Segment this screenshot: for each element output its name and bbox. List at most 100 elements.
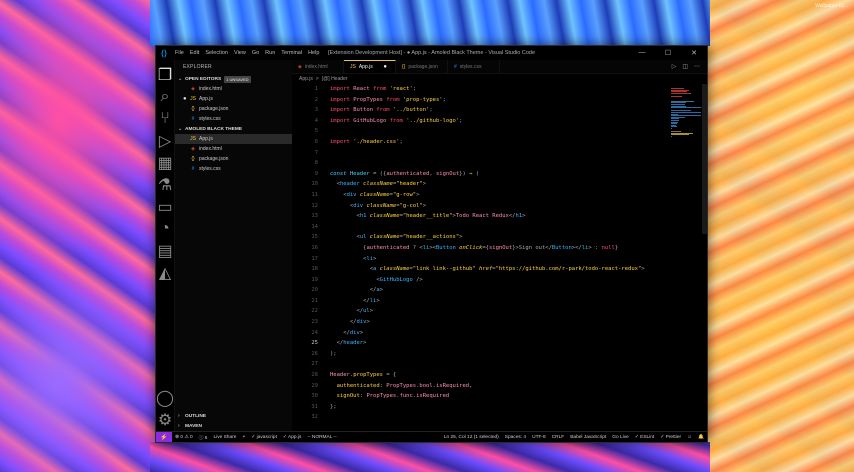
remote-explorer-icon[interactable]: ▭ xyxy=(156,196,175,218)
code-line[interactable] xyxy=(330,148,667,159)
wallpaper-watermark: Wallpaper by... xyxy=(815,3,848,9)
code-line[interactable]: <div className="g-row"> xyxy=(330,190,667,201)
code-line[interactable]: signOut: PropTypes.func.isRequired xyxy=(330,391,667,402)
menu-item-view[interactable]: View xyxy=(234,50,246,56)
cursor-position[interactable]: Ln 25, Col 12 (1 selected) xyxy=(444,435,499,440)
code-lines[interactable]: import React from 'react'; import PropTyp… xyxy=(322,84,667,431)
code-line[interactable]: </ul> xyxy=(330,306,667,317)
prettier-status[interactable]: ✓ Prettier xyxy=(660,435,681,440)
project-section[interactable]: ⌄ AMOLED BLACK THEME xyxy=(175,124,292,134)
search-icon[interactable]: ⌕ xyxy=(156,86,175,108)
tree-item-styles-css[interactable]: # styles.css xyxy=(175,164,292,174)
minimize-icon[interactable]: — xyxy=(629,49,655,57)
close-icon[interactable]: ✕ xyxy=(681,49,707,57)
code-line[interactable]: authenticated: PropTypes.bool.isRequired… xyxy=(330,381,667,392)
code-line[interactable]: import Button from '../button'; xyxy=(330,105,667,116)
tab-App-js[interactable]: JS App.js ● xyxy=(344,60,396,73)
encoding[interactable]: UTF-8 xyxy=(532,435,546,440)
code-line[interactable]: </header> xyxy=(330,338,667,349)
code-line[interactable]: }; xyxy=(330,402,667,413)
extensions-icon[interactable]: ▦ xyxy=(156,152,175,174)
code-line[interactable]: <ul className="header__actions"> xyxy=(330,232,667,243)
tab-package-json[interactable]: {} package.json xyxy=(396,60,448,73)
menu-item-file[interactable]: File xyxy=(175,50,184,56)
indentation[interactable]: Spaces: 4 xyxy=(505,435,526,440)
remote-indicator[interactable]: ⚡ xyxy=(156,431,172,442)
notifications-icon[interactable]: 🔔 xyxy=(698,435,704,440)
code-line[interactable]: <header className="header"> xyxy=(330,179,667,190)
breadcrumb-item[interactable]: > xyxy=(316,76,319,82)
open-editor-App-js[interactable]: ● JS App.js xyxy=(175,94,292,104)
code-line[interactable] xyxy=(330,359,667,370)
files-icon[interactable]: ❐ xyxy=(156,64,175,86)
breadcrumb-item[interactable]: [@] Header xyxy=(322,76,348,82)
menu-item-edit[interactable]: Edit xyxy=(190,50,199,56)
code-line[interactable]: </a> xyxy=(330,285,667,296)
code-line[interactable] xyxy=(330,412,667,423)
tree-item-package-json[interactable]: {} package.json xyxy=(175,154,292,164)
code-line[interactable] xyxy=(330,158,667,169)
minimap[interactable] xyxy=(667,84,707,431)
scrollbar-thumb[interactable] xyxy=(702,84,707,234)
settings-gear-icon[interactable]: ⚙ xyxy=(156,409,175,431)
line-endings[interactable]: CRLF xyxy=(552,435,565,440)
terminal-icon[interactable]: ▤ xyxy=(156,240,175,262)
open-editor-styles-css[interactable]: # styles.css xyxy=(175,114,292,124)
code-line[interactable]: Header.propTypes = { xyxy=(330,370,667,381)
code-editor[interactable]: 1 2 3 4 5 6 7 8 9 10 11 12 13 14 15 16 17 18 19 20 21 22 23 24 2… xyxy=(292,84,707,431)
unsaved-dot-icon[interactable]: ● xyxy=(373,64,387,70)
info-status[interactable]: ⓘ 6 xyxy=(199,434,208,441)
tab-styles-css[interactable]: # styles.css xyxy=(448,60,500,73)
code-line[interactable]: const Header = ({authenticated, signOut}… xyxy=(330,169,667,180)
outline-section[interactable]: › OUTLINE xyxy=(175,411,292,421)
tab-index-html[interactable]: ◈ index.html xyxy=(292,60,344,73)
code-line[interactable]: </div> xyxy=(330,328,667,339)
code-line[interactable]: import GitHubLogo from '../github-logo'; xyxy=(330,116,667,127)
code-line[interactable]: </li> xyxy=(330,296,667,307)
feedback-icon[interactable]: ☺ xyxy=(687,435,692,440)
tree-item-App-js[interactable]: JS App.js xyxy=(175,134,292,144)
account-icon[interactable]: ◯ xyxy=(156,387,175,409)
open-editor-package-json[interactable]: {} package.json xyxy=(175,104,292,114)
maximize-icon[interactable]: ☐ xyxy=(655,49,681,57)
code-line[interactable]: import './header.css'; xyxy=(330,137,667,148)
source-control-icon[interactable]: ⑂ xyxy=(156,108,175,130)
code-line[interactable]: </div> xyxy=(330,317,667,328)
run-icon[interactable]: ▷ xyxy=(672,63,677,70)
branch-icon[interactable]: ⑂ xyxy=(242,434,245,440)
file-check[interactable]: ✓ App.js xyxy=(283,435,301,440)
code-line[interactable]: <div className="g-col"> xyxy=(330,201,667,212)
maven-section[interactable]: › MAVEN xyxy=(175,421,292,431)
menu-item-go[interactable]: Go xyxy=(252,50,259,56)
language-mode[interactable]: Babel JavaScript xyxy=(570,435,606,440)
menu-item-terminal[interactable]: Terminal xyxy=(281,50,302,56)
code-line[interactable]: <a className="link link--github" href="h… xyxy=(330,264,667,275)
code-line[interactable]: <li> xyxy=(330,254,667,265)
live-share-button[interactable]: Live Share xyxy=(213,435,236,440)
code-line[interactable]: <h1 className="header__title">Todo React… xyxy=(330,211,667,222)
test-icon[interactable]: ⚗ xyxy=(156,174,175,196)
code-line[interactable]: import PropTypes from 'prop-types'; xyxy=(330,95,667,106)
tree-item-index-html[interactable]: ◈ index.html xyxy=(175,144,292,154)
code-line[interactable]: {authenticated ? <li><Button onClick={si… xyxy=(330,243,667,254)
menu-item-run[interactable]: Run xyxy=(265,50,275,56)
docker-icon[interactable]: ◭ xyxy=(156,262,175,284)
code-line[interactable]: <GitHubLogo /> xyxy=(330,275,667,286)
menu-item-selection[interactable]: Selection xyxy=(205,50,228,56)
language-check[interactable]: ✓ javascript xyxy=(251,435,277,440)
open-editors-section[interactable]: ⌄ OPEN EDITORS 1 UNSAVED xyxy=(175,74,292,84)
code-line[interactable]: ); xyxy=(330,349,667,360)
problems-status[interactable]: ⊗ 0 ⚠ 0 xyxy=(175,435,193,440)
eslint-status[interactable]: ✓ ESLint xyxy=(635,435,655,440)
more-actions-icon[interactable]: ⋯ xyxy=(694,63,700,70)
go-live-button[interactable]: Go Live xyxy=(612,435,629,440)
git-icon[interactable]: ◔ xyxy=(156,218,175,240)
split-editor-icon[interactable]: ◫ xyxy=(682,63,688,70)
code-line[interactable] xyxy=(330,222,667,233)
open-editor-index-html[interactable]: ◈ index.html xyxy=(175,84,292,94)
code-line[interactable] xyxy=(330,126,667,137)
breadcrumb-item[interactable]: App.js xyxy=(299,76,313,82)
debug-icon[interactable]: ▷ xyxy=(156,130,175,152)
code-line[interactable]: import React from 'react'; xyxy=(330,84,667,95)
menu-item-help[interactable]: Help xyxy=(308,50,319,56)
